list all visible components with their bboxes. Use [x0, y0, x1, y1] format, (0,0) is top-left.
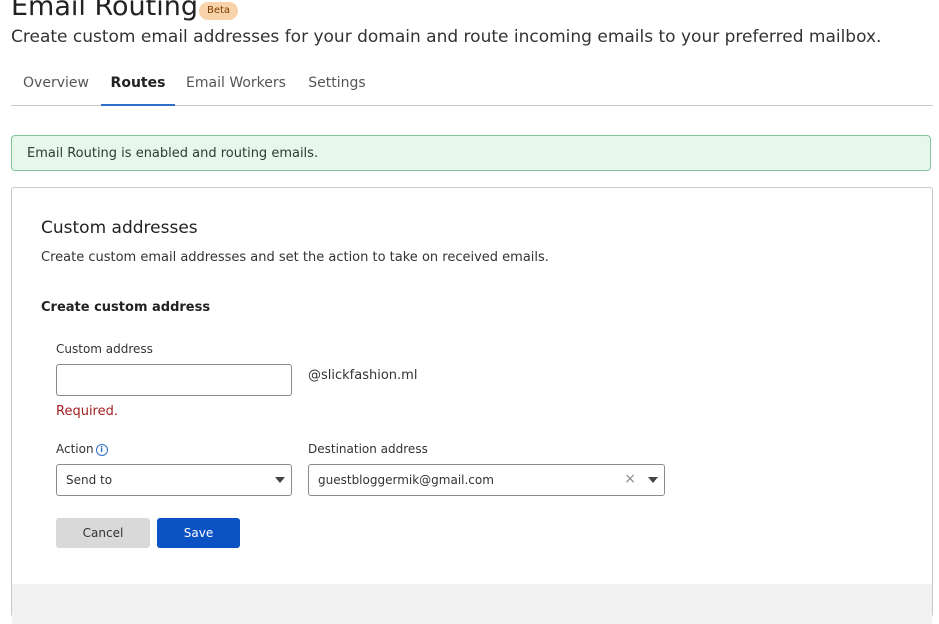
destination-select[interactable]: guestbloggermik@gmail.com × [308, 464, 665, 496]
custom-address-label: Custom address [56, 342, 153, 356]
clear-icon[interactable]: × [624, 465, 636, 493]
required-error: Required. [56, 404, 118, 419]
section-title: Create custom address [41, 300, 211, 315]
save-button[interactable]: Save [157, 518, 240, 548]
destination-label: Destination address [308, 442, 428, 456]
domain-suffix: @slickfashion.ml [308, 368, 418, 383]
card-title: Custom addresses [41, 218, 198, 238]
action-label: Action [56, 442, 94, 456]
card-description: Create custom email addresses and set th… [41, 250, 549, 265]
beta-badge: Beta [199, 2, 239, 20]
chevron-down-icon [648, 477, 658, 483]
custom-address-input[interactable] [56, 364, 292, 396]
status-banner-text: Email Routing is enabled and routing ema… [27, 146, 319, 161]
tab-email-workers[interactable]: Email Workers [175, 66, 297, 105]
status-banner: Email Routing is enabled and routing ema… [11, 135, 931, 171]
destination-select-value: guestbloggermik@gmail.com [318, 473, 494, 487]
tab-overview[interactable]: Overview [11, 66, 101, 105]
action-select[interactable]: Send to [56, 464, 292, 496]
table-header [12, 584, 932, 624]
custom-addresses-card: Custom addresses Create custom email add… [11, 187, 933, 624]
info-icon[interactable]: i [95, 444, 108, 456]
cancel-button[interactable]: Cancel [56, 518, 150, 548]
page-title: Email Routing [11, 0, 199, 22]
tab-bar: Overview Routes Email Workers Settings [11, 66, 933, 106]
chevron-down-icon [275, 477, 285, 483]
action-label-group: Action i [56, 442, 108, 456]
tab-routes[interactable]: Routes [101, 66, 175, 106]
page-subtitle: Create custom email addresses for your d… [11, 27, 882, 47]
action-select-value: Send to [66, 473, 113, 487]
tab-settings[interactable]: Settings [297, 66, 377, 105]
